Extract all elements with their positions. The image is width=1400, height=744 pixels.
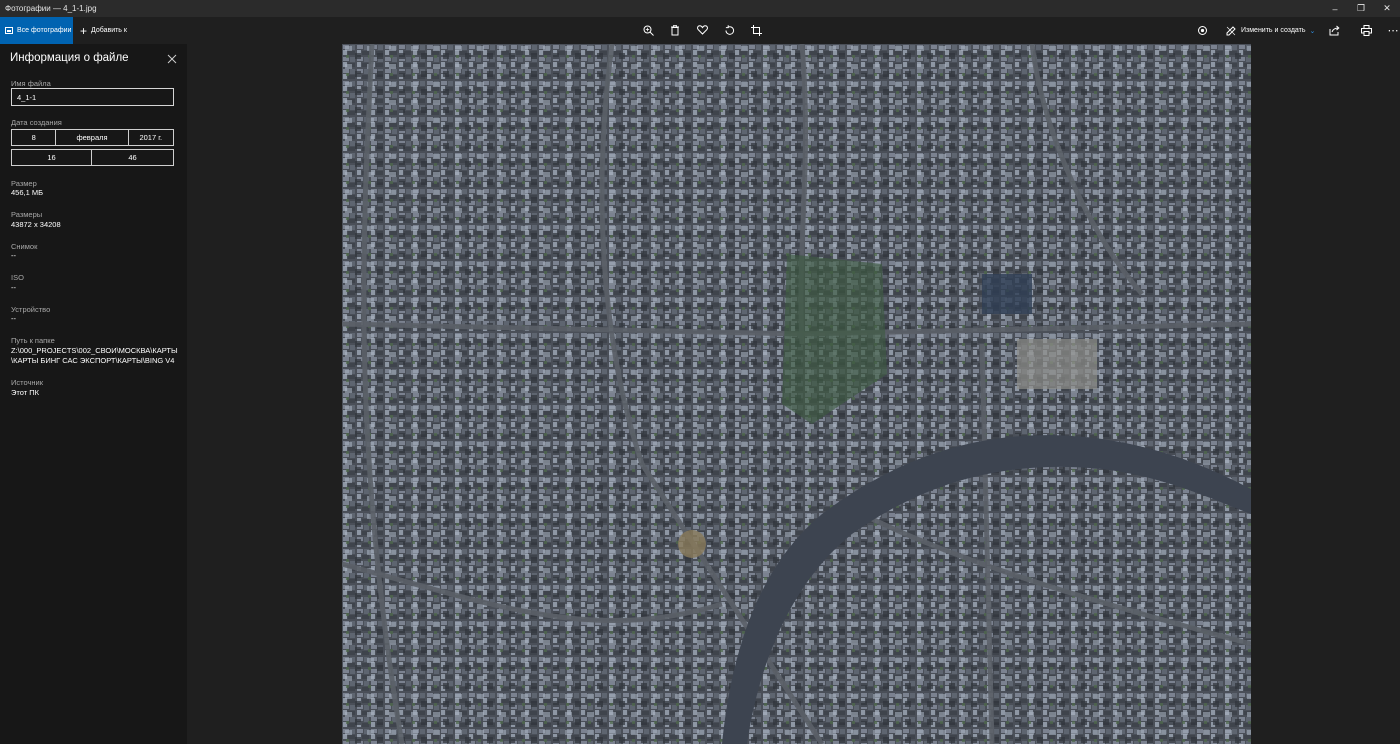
slideshow-icon[interactable] (1195, 23, 1209, 37)
print-icon[interactable] (1359, 23, 1373, 37)
path-value-line1: Z:\000_PROJECTS\002_СВОИ\МОСКВА\КАРТЫ (11, 346, 178, 355)
time-hour[interactable]: 16 (12, 150, 93, 165)
dimensions-label: Размеры (11, 210, 43, 219)
all-photos-label: Все фотографии (17, 27, 72, 34)
filename-field[interactable] (11, 88, 174, 106)
edit-icon (1226, 25, 1236, 35)
chevron-down-icon: ⌄ (1309, 27, 1316, 35)
device-value: -- (11, 314, 16, 323)
shot-value: -- (11, 251, 16, 260)
size-label: Размер (11, 179, 37, 188)
source-value: Этот ПК (11, 388, 40, 397)
favorite-icon[interactable] (695, 23, 709, 37)
date-picker[interactable]: 8 февраля 2017 г. (11, 129, 174, 146)
device-label: Устройство (11, 305, 51, 314)
share-icon[interactable] (1327, 23, 1341, 37)
shot-label: Снимок (11, 242, 38, 251)
more-icon[interactable]: ⋯ (1386, 23, 1400, 37)
time-picker[interactable]: 16 46 (11, 149, 174, 166)
title-bar: Фотографии — 4_1-1.jpg – ❐ ✕ (0, 0, 1400, 17)
crop-icon[interactable] (749, 23, 763, 37)
source-label: Источник (11, 378, 44, 387)
delete-icon[interactable] (668, 23, 682, 37)
close-window-button[interactable]: ✕ (1374, 0, 1400, 17)
plus-icon: + (80, 23, 88, 38)
rotate-icon[interactable] (722, 23, 736, 37)
path-label: Путь к папке (11, 336, 55, 345)
add-to-label: Добавить к (91, 27, 127, 34)
size-value: 456,1 МБ (11, 188, 44, 197)
file-info-panel: Информация о файле Имя файла Дата создан… (0, 44, 187, 744)
iso-label: ISO (11, 273, 24, 282)
panel-title: Информация о файле (10, 52, 129, 64)
toolbar: Все фотографии + Добавить к Изменить и с… (0, 17, 1400, 44)
path-value-line2: \КАРТЫ БИНГ САС ЭКСПОРТ\КАРТЫ\BING V4 (11, 356, 175, 365)
date-label: Дата создания (11, 118, 62, 127)
satellite-photo[interactable] (342, 44, 1251, 744)
window-title: Фотографии — 4_1-1.jpg (5, 4, 97, 13)
filename-label: Имя файла (11, 79, 51, 88)
date-month[interactable]: февраля (56, 130, 129, 145)
edit-create-label: Изменить и создать (1241, 27, 1306, 34)
close-icon[interactable] (167, 51, 179, 64)
minimize-button[interactable]: – (1322, 0, 1348, 17)
zoom-icon[interactable] (641, 23, 655, 37)
date-day[interactable]: 8 (12, 130, 57, 145)
dimensions-value: 43872 x 34208 (11, 220, 61, 229)
photos-icon (5, 27, 13, 34)
city-map-image (342, 44, 1251, 744)
date-year[interactable]: 2017 г. (129, 130, 173, 145)
time-minute[interactable]: 46 (92, 150, 173, 165)
edit-create-button[interactable]: Изменить и создать ⌄ (1226, 17, 1315, 44)
add-to-button[interactable]: + Добавить к (80, 17, 127, 44)
iso-value: -- (11, 283, 16, 292)
maximize-button[interactable]: ❐ (1348, 0, 1374, 17)
all-photos-button[interactable]: Все фотографии (0, 17, 73, 44)
